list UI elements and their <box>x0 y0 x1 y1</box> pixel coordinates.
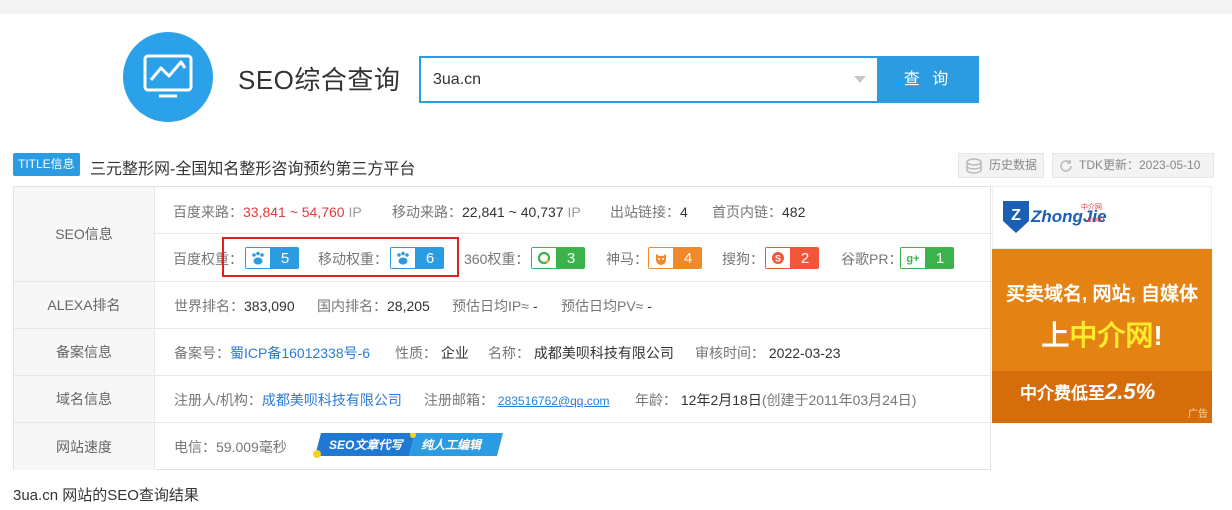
domain-age: 年龄： 12年2月18日(创建于2011年03月24日) <box>635 392 917 408</box>
database-icon <box>966 158 982 174</box>
row-domain: 域名信息 注册人/机构：成都美呗科技有限公司 注册邮箱： 283516762@q… <box>14 376 990 423</box>
daily-pv: 预估日均PV≈ - <box>561 298 652 314</box>
result-heading: 3ua.cn 网站的SEO查询结果 <box>13 487 199 504</box>
icp-nature: 性质： 企业 <box>395 345 469 361</box>
360-icon <box>531 247 557 269</box>
ad-line-2: 上中介网! <box>1041 320 1163 351</box>
google-pr-badge[interactable]: g+ 1 <box>900 247 954 269</box>
world-rank: 世界排名：383,090 <box>174 298 295 314</box>
highlight-box <box>222 237 459 277</box>
history-label: 历史数据 <box>989 158 1038 172</box>
google-pr-label: 谷歌PR： <box>841 251 903 267</box>
search-input[interactable] <box>433 68 833 92</box>
row-seo: SEO信息 百度来路：33,841 ~ 54,760 IP 移动来路：22,84… <box>14 187 990 282</box>
row-icp: 备案信息 备案号：蜀ICP备16012338号-6 性质： 企业 名称： 成都美… <box>14 329 990 376</box>
shenma-weight-badge[interactable]: 4 <box>648 247 702 269</box>
title-badge: TITLE信息 <box>13 153 80 176</box>
inbound-links: 首页内链：482 <box>712 204 806 220</box>
tdk-update-button[interactable]: TDK更新：2023-05-10 <box>1052 153 1214 178</box>
shenma-label: 神马： <box>606 251 648 267</box>
ad-line-3: 中介费低至2.5% <box>1020 379 1156 404</box>
site-title-text: 三元整形网-全国知名整形咨询预约第三方平台 <box>90 161 416 178</box>
sogou-icon: S <box>765 247 791 269</box>
icp-number: 备案号：蜀ICP备16012338号-6 <box>174 345 371 361</box>
logo[interactable] <box>123 32 213 122</box>
icp-link[interactable]: 蜀ICP备16012338号-6 <box>230 345 370 361</box>
seo-writing-banner[interactable]: SEO文章代写 纯人工编辑 <box>313 432 503 458</box>
360-weight-badge[interactable]: 3 <box>531 247 585 269</box>
domestic-rank: 国内排名：28,205 <box>317 298 430 314</box>
refresh-icon <box>1060 160 1072 172</box>
seo-line-traffic: 百度来路：33,841 ~ 54,760 IP 移动来路：22,841 ~ 40… <box>155 187 990 234</box>
ad-logo-area: Z ZhongJie 中介网 .com <box>992 186 1212 249</box>
dropdown-caret-icon[interactable] <box>854 76 866 83</box>
seo-info-table: SEO信息 百度来路：33,841 ~ 54,760 IP 移动来路：22,84… <box>13 186 991 470</box>
top-strip <box>0 0 1232 14</box>
shenma-icon <box>648 247 674 269</box>
mobile-traffic: 移动来路：22,841 ~ 40,737 IP <box>392 204 581 220</box>
sogou-label: 搜狗： <box>722 251 764 267</box>
daily-ip: 预估日均IP≈ - <box>452 298 538 314</box>
row-label: 域名信息 <box>14 376 155 422</box>
outbound-links: 出站链接：4 <box>610 204 688 220</box>
w360-label: 360权重： <box>464 251 530 267</box>
svg-text:中介网: 中介网 <box>1081 202 1102 211</box>
search-box[interactable] <box>419 56 879 103</box>
row-label: ALEXA排名 <box>14 282 155 328</box>
tdk-update-label: TDK更新：2023-05-10 <box>1079 158 1201 172</box>
page-title: SEO综合查询 <box>238 65 401 95</box>
ad-banner[interactable]: Z ZhongJie 中介网 .com 买卖域名, 网站, 自媒体 上中介网! … <box>992 186 1212 423</box>
svg-text:.com: .com <box>1085 214 1105 224</box>
registrant: 注册人/机构：成都美呗科技有限公司 <box>174 392 402 408</box>
baidu-traffic: 百度来路：33,841 ~ 54,760 IP <box>173 204 362 220</box>
sogou-weight-badge[interactable]: S 2 <box>765 247 819 269</box>
telecom-speed: 电信：59.009毫秒 <box>174 439 287 455</box>
ad-tag: 广告 <box>1188 409 1208 420</box>
monitor-chart-icon <box>143 54 193 98</box>
svg-text:Z: Z <box>1011 207 1021 224</box>
icp-name: 名称： 成都美呗科技有限公司 <box>488 345 674 361</box>
registrant-link[interactable]: 成都美呗科技有限公司 <box>262 392 402 408</box>
icp-audit-time: 审核时间： 2022-03-23 <box>695 345 841 361</box>
search-button[interactable]: 查 询 <box>877 56 979 103</box>
registrant-email: 注册邮箱： 283516762@qq.com <box>424 392 610 408</box>
ad-line-1: 买卖域名, 网站, 自媒体 <box>1005 284 1199 305</box>
row-label: 备案信息 <box>14 329 155 375</box>
google-plus-icon: g+ <box>900 247 926 269</box>
svg-text:g+: g+ <box>906 253 919 265</box>
svg-text:S: S <box>775 254 781 264</box>
zhongjie-logo: Z ZhongJie 中介网 .com <box>1003 201 1107 233</box>
email-link[interactable]: 283516762@qq.com <box>498 394 610 408</box>
row-label: 网站速度 <box>14 423 155 470</box>
row-label: SEO信息 <box>14 187 155 281</box>
row-alexa: ALEXA排名 世界排名：383,090 国内排名：28,205 预估日均IP≈… <box>14 282 990 329</box>
history-data-button[interactable]: 历史数据 <box>958 153 1044 178</box>
